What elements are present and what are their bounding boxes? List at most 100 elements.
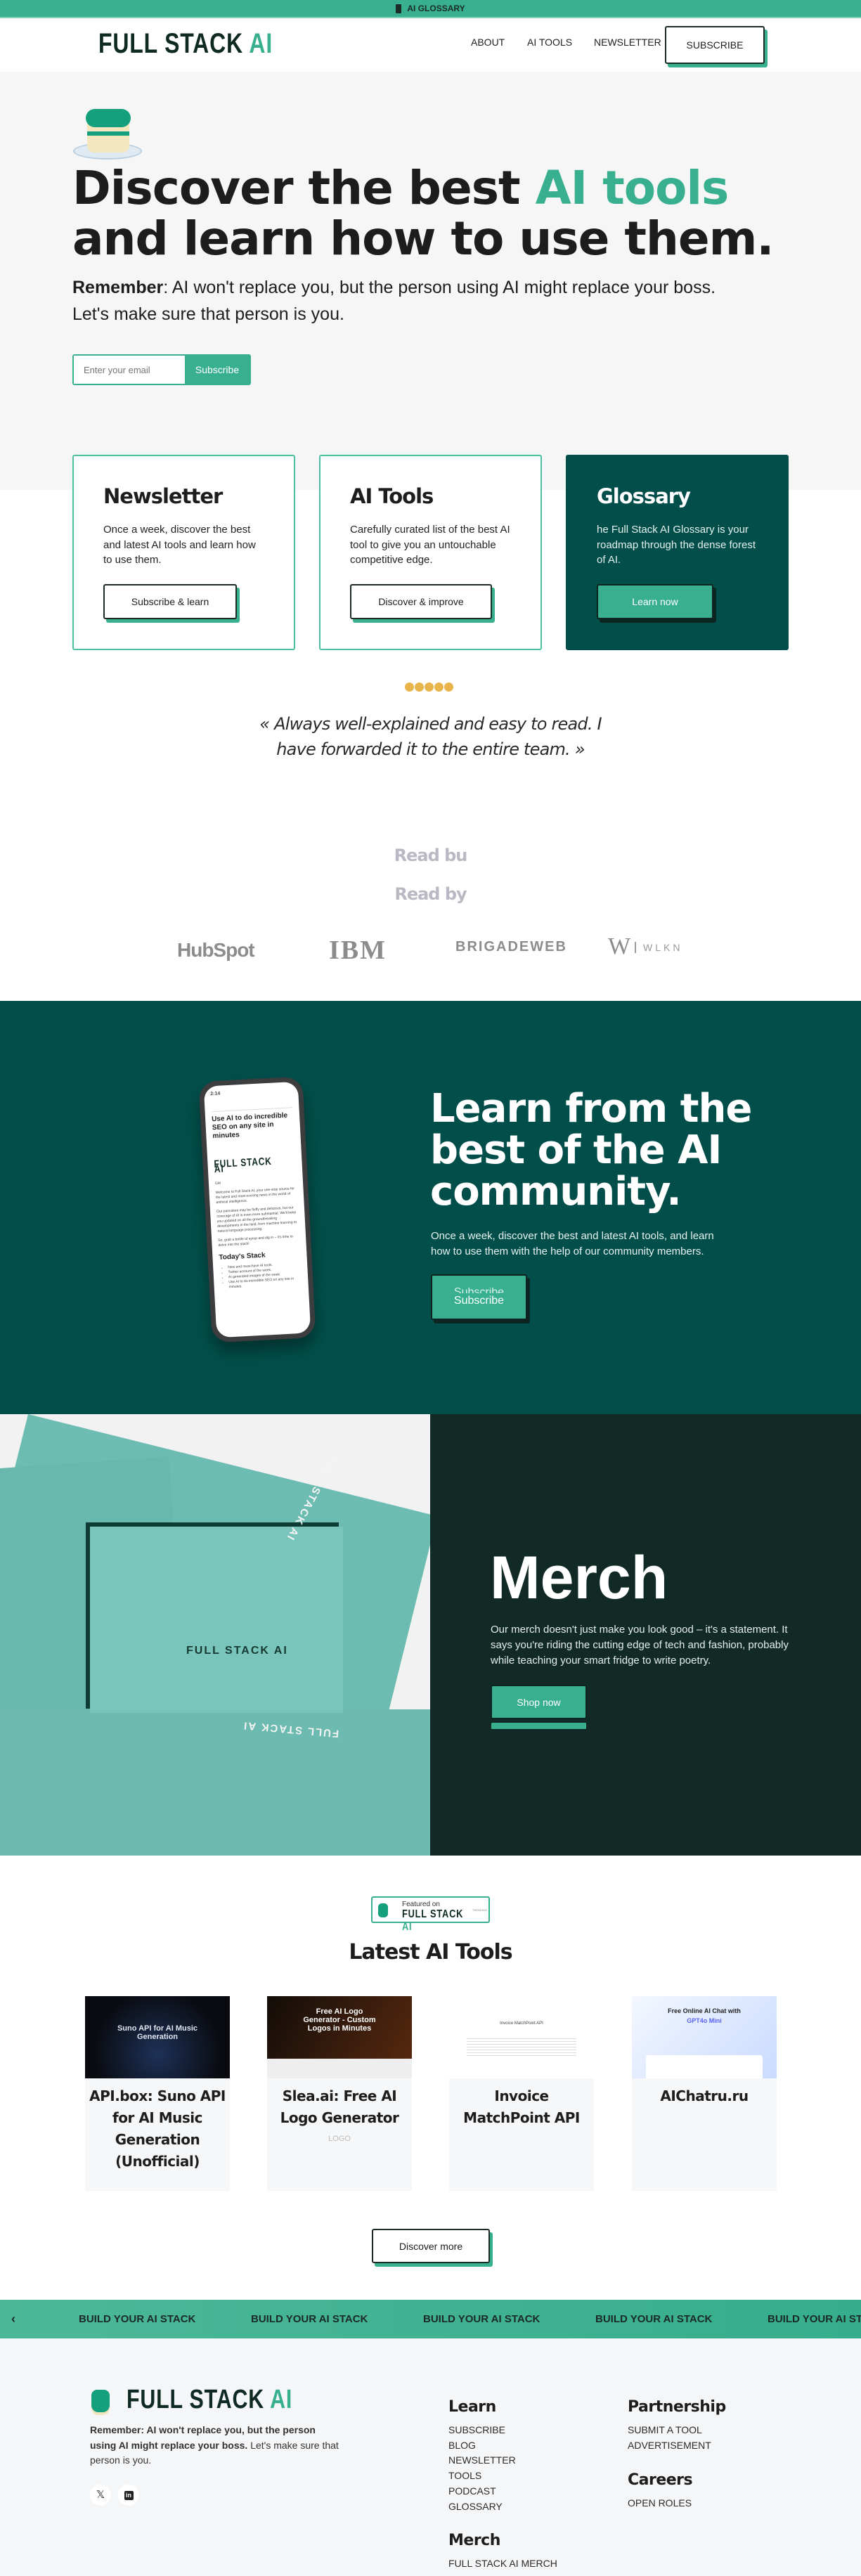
footer-merch-column: Merch FULL STACK AI MERCH <box>448 2532 557 2572</box>
logo-text: FULL STACK <box>98 28 243 59</box>
footer-link-subscribe[interactable]: SUBSCRIBE <box>448 2423 516 2438</box>
shirt-print-text: FULL STACK AI <box>186 1645 288 1657</box>
marquee-arrow-icon[interactable]: ‹ <box>11 2312 15 2326</box>
hero-subtitle: Remember: AI won't replace you, but the … <box>72 274 747 328</box>
phone-section-title: Today's Stack <box>219 1251 266 1262</box>
tool-title: Invoice MatchPoint API <box>463 2088 580 2126</box>
marquee-item: BUILD YOUR AI STACK <box>423 2313 540 2325</box>
glossary-banner-label: AI GLOSSARY <box>407 4 465 13</box>
card-body: he Full Stack AI Glossary is your roadma… <box>597 524 756 566</box>
rating-stars <box>405 682 453 692</box>
pancake-rating-icon <box>415 682 424 692</box>
glossary-banner[interactable]: AI GLOSSARY <box>0 0 861 18</box>
footer-logo[interactable]: FULL STACK AI <box>127 2385 292 2415</box>
ibm-logo: IBM <box>329 935 387 966</box>
hero-subscribe-button[interactable]: Subscribe <box>185 356 250 384</box>
badge-logo-accent: AI <box>402 1921 413 1933</box>
tool-screenshot: Free AI Logo Generator - Custom Logos in… <box>267 1996 412 2078</box>
ai-tools-card: AI Tools Carefully curated list of the b… <box>319 455 542 650</box>
footer-link-submit-tool[interactable]: SUBMIT A TOOL <box>628 2423 726 2438</box>
subscribe-label: Subscribe <box>453 1294 505 1307</box>
badge-featured-on: Featured on <box>402 1901 440 1908</box>
hero-title-part: Discover the best <box>72 161 536 215</box>
footer-link-blog[interactable]: BLOG <box>448 2438 516 2454</box>
phone-paragraph: Our pancakes may be fluffy and delicious… <box>216 1205 297 1234</box>
subscribe-ghost-label: Subscribe <box>454 1288 504 1293</box>
linkedin-icon[interactable]: in <box>118 2485 139 2506</box>
phone-toolbar <box>210 1092 293 1113</box>
footer-link-advertisement[interactable]: ADVERTISEMENT <box>628 2438 726 2454</box>
wlkn-w-mark: W <box>608 933 631 959</box>
footer-link-merch[interactable]: FULL STACK AI MERCH <box>448 2556 557 2572</box>
footer-link-open-roles[interactable]: OPEN ROLES <box>628 2496 692 2511</box>
tool-screenshot-text: Free Online AI Chat with <box>668 2007 741 2014</box>
footer-partnership-title: Partnership <box>628 2398 726 2416</box>
site-logo[interactable]: FULL STACK AI <box>98 28 273 60</box>
marquee-item: BUILD YOUR AI STACK <box>79 2313 196 2325</box>
badge-logo-text: FULL STACK <box>402 1908 464 1920</box>
x-icon[interactable]: 𝕏 <box>90 2485 111 2506</box>
logo-accent: AI <box>249 28 273 59</box>
footer-careers-column: Careers OPEN ROLES <box>628 2471 693 2511</box>
brigadeweb-logo: BRIGADEWEB <box>455 939 567 954</box>
tool-tag: LOGO <box>328 2135 351 2143</box>
pancake-mascot-icon <box>73 109 143 160</box>
nav-newsletter[interactable]: NEWSLETTER <box>594 37 661 48</box>
tool-screenshot-text: Invoice MatchPoint API <box>500 2021 543 2026</box>
community-subscribe-button[interactable]: Subscribe Subscribe <box>431 1274 527 1320</box>
hero-title: Discover the best AI tools and learn how… <box>72 163 803 264</box>
phone-headline: Use AI to do incredible SEO on any site … <box>211 1111 288 1141</box>
tool-card[interactable]: Free Online AI Chat with GPT4o Mini AICh… <box>632 1996 777 2191</box>
nav-subscribe-button[interactable]: SUBSCRIBE <box>665 26 765 64</box>
remember-label: Remember <box>72 278 164 297</box>
tool-card[interactable]: Suno API for AI Music Generation API.box… <box>85 1996 230 2191</box>
newsletter-card: Newsletter Once a week, discover the bes… <box>72 455 295 650</box>
marquee-item: BUILD YOUR AI STACK <box>595 2313 713 2325</box>
pancake-rating-icon <box>434 682 444 692</box>
shop-now-button[interactable]: Shop now <box>491 1685 587 1719</box>
card-title: AI Tools <box>350 484 434 508</box>
pancake-rating-icon <box>425 682 434 692</box>
nav-about[interactable]: ABOUT <box>471 37 505 48</box>
footer-tagline: Remember: AI won't replace you, but the … <box>90 2423 343 2468</box>
featured-badge[interactable]: Featured on FULL STACK AI TRENDING <box>371 1896 490 1933</box>
footer-partnership-column: Partnership SUBMIT A TOOL ADVERTISEMENT <box>628 2398 726 2453</box>
discover-more-button[interactable]: Discover more <box>372 2229 490 2263</box>
pancake-rating-icon <box>444 682 453 692</box>
tool-card[interactable]: Free AI Logo Generator - Custom Logos in… <box>267 1996 412 2191</box>
marquee-item: BUILD YOUR AI STACK <box>251 2313 368 2325</box>
tool-card[interactable]: Invoice MatchPoint API Invoice MatchPoin… <box>449 1996 594 2191</box>
remember-text: : AI won't replace you, but the person u… <box>72 278 716 324</box>
latest-tools-title: Latest AI Tools <box>349 1940 512 1965</box>
subscribe-learn-button[interactable]: Subscribe & learn <box>103 584 237 619</box>
learn-now-button[interactable]: Learn now <box>597 584 713 619</box>
phone-paragraph: Welcome to Full Stack AI, your one-stop … <box>215 1186 295 1205</box>
community-title: Learn from the best of the AI community. <box>430 1086 752 1215</box>
discover-improve-button[interactable]: Discover & improve <box>350 584 492 619</box>
footer-link-podcast[interactable]: PODCAST <box>448 2484 516 2499</box>
phone-paragraph: So, grab a bottle of syrup and dig in – … <box>218 1234 294 1248</box>
footer-learn-title: Learn <box>448 2398 496 2416</box>
phone-greeting: GM <box>214 1181 221 1186</box>
footer-logo-accent: AI <box>270 2385 293 2414</box>
card-body: Once a week, discover the best and lates… <box>103 524 256 566</box>
footer-link-glossary[interactable]: GLOSSARY <box>448 2499 516 2515</box>
glossary-card: Glossary he Full Stack AI Glossary is yo… <box>566 455 789 650</box>
footer-careers-title: Careers <box>628 2471 693 2489</box>
merch-photo: FULL STACK AI FULL STACK AI FULL STACK A… <box>0 1414 430 1856</box>
tool-title: API.box: Suno API for AI Music Generatio… <box>89 2088 226 2170</box>
read-by-label-ghost: Read bu <box>394 846 468 865</box>
pancake-mascot-icon <box>378 1903 388 1917</box>
shop-now-button-strip <box>491 1722 587 1730</box>
tool-screenshot: Invoice MatchPoint API <box>449 1996 594 2078</box>
tool-screenshot-text: Free AI Logo Generator - Custom Logos in… <box>303 2007 376 2033</box>
footer-link-tools[interactable]: TOOLS <box>448 2468 516 2484</box>
marquee-item: BUILD YOUR AI STACK <box>768 2313 861 2325</box>
community-body: Once a week, discover the best and lates… <box>431 1230 714 1257</box>
build-stack-marquee: ‹ BUILD YOUR AI STACK BUILD YOUR AI STAC… <box>0 2300 861 2338</box>
hero-title-part: and learn how to use them. <box>72 212 774 266</box>
footer-logo-text: FULL STACK <box>127 2385 265 2414</box>
nav-ai-tools[interactable]: AI TOOLS <box>527 37 572 48</box>
footer-link-newsletter[interactable]: NEWSLETTER <box>448 2453 516 2468</box>
email-input[interactable] <box>74 356 185 384</box>
